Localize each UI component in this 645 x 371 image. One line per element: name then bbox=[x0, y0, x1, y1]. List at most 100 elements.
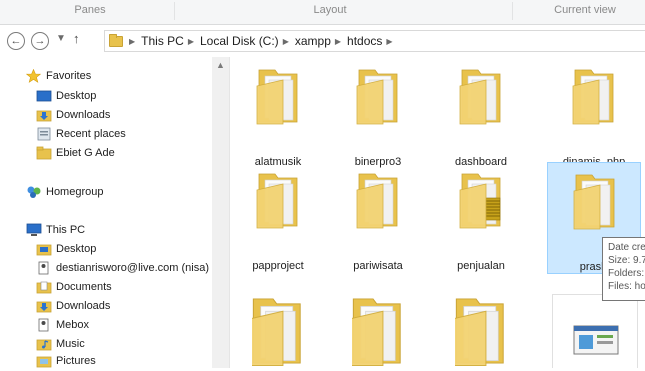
chevron-right-icon[interactable]: ▶ bbox=[283, 37, 289, 46]
tree-item-label: Pictures bbox=[56, 355, 96, 367]
user-folder-icon bbox=[36, 261, 52, 275]
forward-button[interactable]: → bbox=[31, 32, 49, 50]
tree-item-pc-desktop[interactable]: Desktop bbox=[36, 240, 96, 258]
breadcrumb-local-disk[interactable]: Local Disk (C:) bbox=[200, 34, 279, 48]
folder-tile[interactable]: dashboard bbox=[434, 58, 528, 168]
tooltip-line: Files: ho bbox=[608, 281, 645, 292]
tree-item-pictures[interactable]: Pictures bbox=[36, 352, 96, 370]
tree-item-label: Mebox bbox=[56, 319, 90, 331]
folder-icon bbox=[573, 174, 615, 230]
tree-item-desktop[interactable]: Desktop bbox=[36, 87, 96, 105]
folder-icon bbox=[36, 146, 52, 160]
tree-item-label: Recent places bbox=[56, 128, 126, 140]
desktop-folder-icon bbox=[36, 242, 52, 256]
tree-homegroup[interactable]: Homegroup bbox=[26, 183, 103, 201]
tree-item-pc-downloads[interactable]: Downloads bbox=[36, 297, 110, 315]
folder-tile-partial[interactable] bbox=[252, 294, 304, 368]
scroll-up-icon[interactable]: ▲ bbox=[216, 60, 225, 70]
folder-tile[interactable]: binerpro3 bbox=[331, 58, 425, 168]
folder-icon bbox=[455, 298, 504, 367]
tree-item-label: This PC bbox=[46, 224, 86, 236]
chevron-right-icon[interactable]: ▶ bbox=[188, 37, 194, 46]
pictures-folder-icon bbox=[36, 354, 52, 368]
folder-icon bbox=[356, 69, 398, 125]
chevron-right-icon: ▶ bbox=[129, 36, 136, 46]
tree-favorites[interactable]: Favorites bbox=[25, 67, 92, 85]
breadcrumb-htdocs[interactable]: htdocs bbox=[347, 34, 382, 48]
address-bar[interactable]: ▶ This PC ▶ Local Disk (C:) ▶ xampp ▶ ht… bbox=[104, 30, 645, 52]
folder-tile[interactable]: dinamis_php bbox=[547, 58, 641, 168]
folder-info-tooltip: Date cre Size: 9.7 Folders: Files: ho bbox=[602, 237, 645, 301]
ribbon-separator bbox=[512, 2, 513, 20]
up-button[interactable]: ↑ bbox=[73, 31, 80, 46]
documents-folder-icon bbox=[36, 280, 52, 294]
folder-with-archive-icon bbox=[459, 173, 501, 229]
navigation-bar: ← → ▼ ↑ ▶ This PC ▶ Local Disk (C:) ▶ xa… bbox=[0, 25, 645, 57]
tree-item-label: Documents bbox=[56, 281, 112, 293]
homegroup-icon bbox=[26, 185, 42, 199]
chevron-down-icon: ▼ bbox=[56, 33, 66, 44]
tree-item-label: destianrisworo@live.com (nisa) bbox=[56, 262, 209, 274]
tree-item-label: Downloads bbox=[56, 109, 111, 121]
tooltip-line: Folders: bbox=[608, 268, 645, 279]
desktop-icon bbox=[36, 89, 52, 103]
back-button[interactable]: ← bbox=[7, 32, 25, 50]
tree-item-documents[interactable]: Documents bbox=[36, 278, 112, 296]
folder-tile-partial[interactable] bbox=[352, 294, 404, 368]
breadcrumb-this-pc[interactable]: This PC bbox=[141, 34, 184, 48]
downloads-folder-icon bbox=[36, 108, 52, 122]
tree-item-mebox[interactable]: Mebox bbox=[36, 316, 89, 334]
tree-this-pc[interactable]: This PC bbox=[26, 221, 85, 239]
chevron-right-icon[interactable]: ▶ bbox=[335, 37, 341, 46]
folder-name: papproject bbox=[252, 260, 304, 272]
folder-icon bbox=[352, 298, 401, 367]
folder-name: penjualan bbox=[457, 260, 505, 272]
arrow-right-icon: → bbox=[34, 35, 46, 47]
recent-locations-button[interactable]: ▼ bbox=[56, 33, 66, 44]
recent-places-icon bbox=[36, 127, 52, 141]
tree-item-downloads[interactable]: Downloads bbox=[36, 106, 110, 124]
folder-tile[interactable]: penjualan bbox=[434, 162, 528, 272]
tree-item-user-account[interactable]: destianrisworo@live.com (nisa) bbox=[36, 259, 209, 277]
arrow-up-icon: ↑ bbox=[73, 31, 80, 46]
navigation-pane bbox=[0, 57, 230, 368]
folder-tile[interactable]: alatmusik bbox=[231, 58, 325, 168]
downloads-folder-icon bbox=[36, 299, 52, 313]
tree-item-recent-places[interactable]: Recent places bbox=[36, 125, 126, 143]
tree-item-ebiet-g-ade[interactable]: Ebiet G Ade bbox=[36, 144, 115, 162]
folder-icon bbox=[572, 69, 614, 125]
ribbon-group-layout: Layout bbox=[313, 4, 347, 16]
tree-item-label: Downloads bbox=[56, 300, 111, 312]
folder-tile-partial[interactable] bbox=[455, 294, 507, 368]
ribbon-group-current-view: Current view bbox=[554, 4, 616, 16]
ribbon-separator bbox=[174, 2, 175, 20]
ribbon-group-panes: Panes bbox=[74, 4, 106, 16]
tree-item-music[interactable]: Music bbox=[36, 335, 85, 353]
music-folder-icon bbox=[36, 337, 52, 351]
breadcrumb-xampp[interactable]: xampp bbox=[295, 34, 331, 48]
arrow-left-icon: ← bbox=[10, 35, 22, 47]
folder-icon bbox=[459, 69, 501, 125]
tree-item-label: Music bbox=[56, 338, 85, 350]
folder-icon bbox=[256, 173, 298, 229]
ribbon-group-labels: Panes Layout Current view bbox=[0, 0, 645, 25]
folder-name: pariwisata bbox=[353, 260, 403, 272]
folder-icon bbox=[256, 69, 298, 125]
folder-tile[interactable]: pariwisata bbox=[331, 162, 425, 272]
window-file-icon bbox=[573, 325, 619, 355]
folder-icon bbox=[109, 33, 123, 47]
tooltip-line: Size: 9.7 bbox=[608, 255, 645, 266]
computer-icon bbox=[26, 223, 42, 237]
tree-item-label: Homegroup bbox=[46, 186, 104, 198]
folder-icon bbox=[356, 173, 398, 229]
tree-item-label: Desktop bbox=[56, 243, 97, 255]
navigation-pane-scrollbar[interactable]: ▲ bbox=[212, 57, 229, 368]
star-icon bbox=[25, 68, 42, 83]
file-tile-partial[interactable] bbox=[552, 294, 638, 368]
tree-item-label: Ebiet G Ade bbox=[56, 147, 115, 159]
tooltip-line: Date cre bbox=[608, 242, 645, 253]
folder-icon bbox=[252, 298, 301, 367]
folder-tile[interactable]: papproject bbox=[231, 162, 325, 272]
chevron-right-icon[interactable]: ▶ bbox=[386, 37, 392, 46]
tree-item-label: Favorites bbox=[46, 70, 92, 82]
